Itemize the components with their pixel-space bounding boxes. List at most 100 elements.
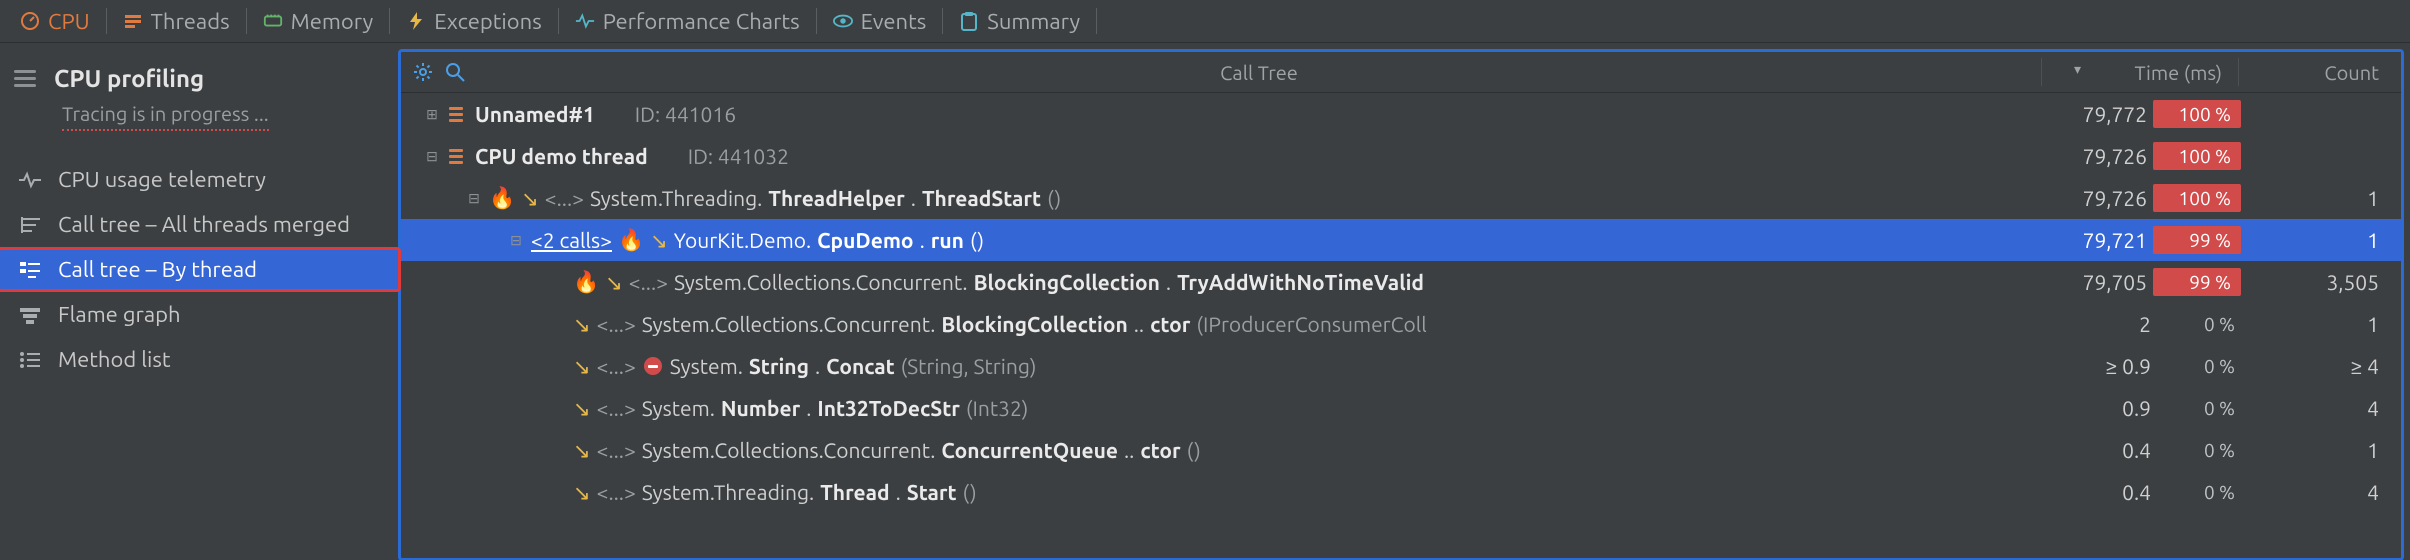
- nav-label: Call tree – By thread: [58, 257, 257, 282]
- eye-icon: [833, 11, 853, 31]
- panel-title: Call Tree: [477, 61, 2041, 84]
- type-name: BlockingCollection: [974, 270, 1160, 294]
- namespace: System.: [670, 354, 743, 378]
- search-icon[interactable]: [445, 62, 465, 82]
- cell-count: ≥ 4: [2249, 354, 2401, 378]
- tree-row-label: ↘<...> System.Threading.Thread.Start(): [405, 480, 2041, 505]
- pulse-icon: [575, 11, 595, 31]
- collapsed-namespace: <...>: [597, 396, 636, 420]
- tree-row[interactable]: ⊟<2 calls> 🔥↘ YourKit.Demo.CpuDemo.run()…: [401, 219, 2401, 261]
- namespace: System.Threading.: [642, 480, 814, 504]
- cell-time: ≥ 0.9: [2041, 354, 2157, 378]
- calls-link[interactable]: <2 calls>: [531, 228, 612, 252]
- memory-icon: [263, 11, 283, 31]
- method-name: run: [931, 228, 964, 252]
- call-tree-panel: Call Tree Time (ms) Count ⊞ Unnamed#1 ID:…: [398, 49, 2404, 560]
- cell-percent: 100 %: [2153, 100, 2241, 128]
- method-name: TryAddWithNoTimeValid: [1177, 270, 1424, 294]
- thread-name: Unnamed#1: [475, 102, 595, 126]
- collapse-icon[interactable]: ⊟: [423, 148, 441, 165]
- nav-cpu-telemetry[interactable]: CPU usage telemetry: [0, 157, 398, 202]
- tree-row[interactable]: ↘<...> System.Number.Int32ToDecStr(Int32…: [401, 387, 2401, 429]
- tab-label: Performance Charts: [603, 9, 800, 34]
- namespace: System.Threading.: [590, 186, 762, 210]
- nav-call-tree-by-thread[interactable]: Call tree – By thread: [0, 247, 401, 292]
- namespace: System.Collections.Concurrent.: [674, 270, 968, 294]
- cell-count: 1: [2249, 438, 2401, 462]
- collapsed-namespace: <...>: [597, 354, 636, 378]
- method-signature: (IProducerConsumerColl: [1196, 312, 1426, 336]
- tab-label: Memory: [291, 9, 374, 34]
- tab-label: Summary: [987, 9, 1080, 34]
- cell-percent: 99 %: [2153, 268, 2241, 296]
- nav-label: Call tree – All threads merged: [58, 212, 350, 237]
- thread-id: ID: 441016: [635, 102, 736, 126]
- cell-percent: 99 %: [2153, 226, 2241, 254]
- cell-count: 1: [2249, 312, 2401, 336]
- tree-row[interactable]: 🔥↘<...> System.Collections.Concurrent.Bl…: [401, 261, 2401, 303]
- sidebar: CPU profiling Tracing is in progress ...…: [0, 43, 398, 560]
- collapse-icon[interactable]: ⊟: [465, 190, 483, 207]
- tree-row[interactable]: ⊟🔥↘<...> System.Threading.ThreadHelper.T…: [401, 177, 2401, 219]
- thread-icon: [449, 107, 463, 122]
- call-tree: ⊞ Unnamed#1 ID: 441016 79,772100 % ⊟ CPU de…: [401, 93, 2401, 558]
- hot-icon: 🔥: [573, 269, 599, 295]
- sidebar-subtitle: Tracing is in progress ...: [0, 96, 269, 129]
- tab-memory[interactable]: Memory: [249, 5, 388, 38]
- tree-row-label: ⊞ Unnamed#1 ID: 441016: [405, 102, 2037, 126]
- tree-row[interactable]: ↘<...> System.Collections.Concurrent.Con…: [401, 429, 2401, 471]
- tree-icon: [16, 215, 44, 235]
- method-signature: (String, String): [901, 354, 1037, 378]
- tab-divider: [389, 8, 390, 34]
- call-arrow-icon: ↘: [573, 396, 591, 421]
- tab-divider: [1096, 8, 1097, 34]
- cell-time: 79,726: [2037, 144, 2153, 168]
- tree-row-label: ↘<...> System.Number.Int32ToDecStr(Int32…: [405, 396, 2041, 421]
- method-signature: (Int32): [966, 396, 1029, 420]
- type-name: String: [749, 354, 809, 378]
- column-header-time[interactable]: Time (ms): [2042, 61, 2238, 84]
- tab-exceptions[interactable]: Exceptions: [392, 5, 556, 38]
- nav-method-list[interactable]: Method list: [0, 337, 398, 382]
- type-name: CpuDemo: [817, 228, 913, 252]
- menu-icon[interactable]: [14, 70, 36, 87]
- call-arrow-icon: ↘: [650, 228, 668, 253]
- tree-row[interactable]: ↘<...> System.Threading.Thread.Start()0.…: [401, 471, 2401, 513]
- nav-call-tree-merged[interactable]: Call tree – All threads merged: [0, 202, 398, 247]
- method-name: ctor: [1140, 438, 1180, 462]
- cell-time: 79,721: [2037, 228, 2153, 252]
- call-arrow-icon: ↘: [521, 186, 539, 211]
- column-header-count[interactable]: Count: [2239, 61, 2401, 84]
- flame-bars-icon: [16, 305, 44, 325]
- nav-flame-graph[interactable]: Flame graph: [0, 292, 398, 337]
- type-name: BlockingCollection: [941, 312, 1127, 336]
- cell-time: 79,705: [2037, 270, 2153, 294]
- call-arrow-icon: ↘: [573, 354, 591, 379]
- method-name: ThreadStart: [922, 186, 1041, 210]
- list-icon: [16, 350, 44, 370]
- cell-percent: 0 %: [2157, 355, 2249, 377]
- method-signature: (): [1187, 438, 1201, 462]
- expand-icon[interactable]: ⊞: [423, 106, 441, 123]
- namespace: System.Collections.Concurrent.: [642, 438, 936, 462]
- tab-cpu[interactable]: CPU: [6, 5, 104, 38]
- tree-row[interactable]: ↘<...> System.String.Concat(String, Stri…: [401, 345, 2401, 387]
- nav-label: Method list: [58, 347, 171, 372]
- cell-count: 1: [2249, 228, 2401, 252]
- hot-icon: 🔥: [489, 185, 515, 211]
- tab-threads[interactable]: Threads: [109, 5, 244, 38]
- tree-row[interactable]: ↘<...> System.Collections.Concurrent.Blo…: [401, 303, 2401, 345]
- tab-label: Events: [861, 9, 927, 34]
- collapse-icon[interactable]: ⊟: [507, 232, 525, 249]
- tree-row[interactable]: ⊟ CPU demo threadID: 44103279,726100 %: [401, 135, 2401, 177]
- gear-icon[interactable]: [413, 62, 433, 82]
- tab-summary[interactable]: Summary: [945, 5, 1094, 38]
- method-signature: (): [970, 228, 984, 252]
- sidebar-nav: CPU usage telemetry Call tree – All thre…: [0, 157, 398, 382]
- cell-time: 79,772: [2037, 102, 2153, 126]
- tab-perf-charts[interactable]: Performance Charts: [561, 5, 814, 38]
- tree-row[interactable]: ⊞ Unnamed#1 ID: 441016 79,772100 %: [401, 93, 2401, 135]
- cell-time: 0.9: [2041, 396, 2157, 420]
- tab-events[interactable]: Events: [819, 5, 941, 38]
- tree-row-label: ⊟ CPU demo threadID: 441032: [405, 144, 2037, 168]
